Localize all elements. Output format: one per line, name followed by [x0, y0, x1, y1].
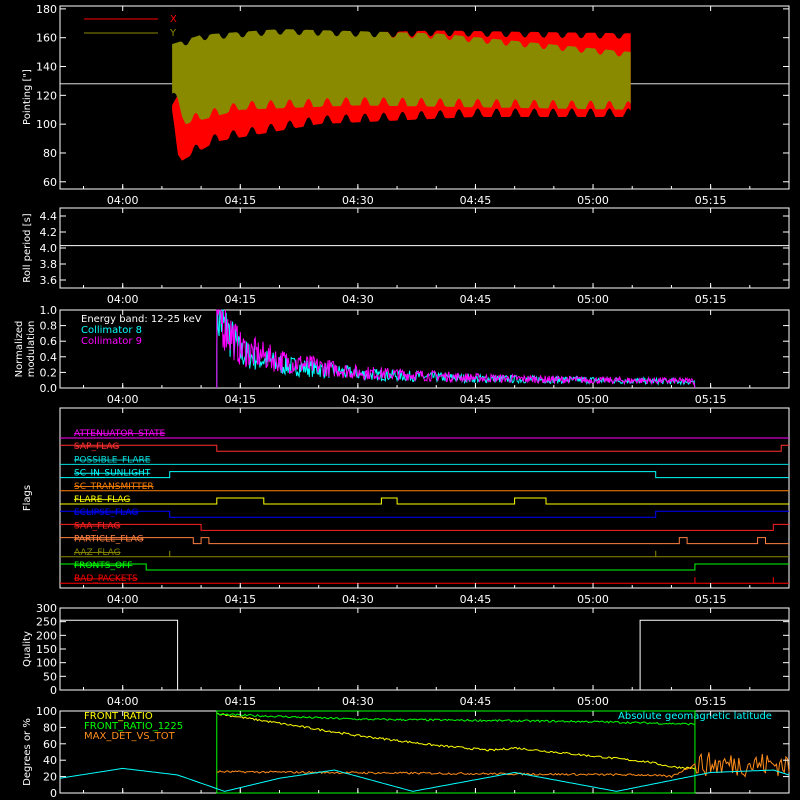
quality-ytick-label: 250: [36, 616, 57, 629]
quality-xtick-label: 05:00: [577, 695, 609, 708]
pointing-ytick-label: 80: [43, 147, 57, 160]
pointing-xtick-label: 05:00: [577, 194, 609, 207]
front-ratio-ylabel: Degrees or %: [22, 718, 33, 786]
flag-line: [60, 523, 789, 531]
roll-ytick-label: 3.8: [40, 258, 58, 271]
front-ytick-label: 20: [43, 771, 57, 784]
front-ratio-legend: FRONT_RATIO FRONT_RATIO_1225 MAX_DET_VS_…: [84, 711, 772, 742]
modulation-ytick-label: 0.8: [40, 320, 58, 333]
flags-ylabel: Flags: [22, 485, 33, 511]
flags-xtick-label: 05:15: [695, 593, 727, 606]
quality-ytick-label: 100: [36, 657, 57, 670]
modulation-xtick-label: 04:15: [224, 393, 256, 406]
roll-xtick-label: 05:15: [695, 293, 727, 306]
flag-label: PARTICLE_FLAG: [74, 535, 144, 545]
roll-xtick-label: 04:45: [460, 293, 492, 306]
quality-ytick-label: 200: [36, 629, 57, 642]
pointing-xtick-label: 05:15: [695, 194, 727, 207]
roll-xtick-label: 04:00: [107, 293, 139, 306]
roll-panel-frame: [59, 207, 790, 289]
flag-label: ECLIPSE_FLAG: [74, 508, 138, 518]
flag-line: [60, 563, 789, 571]
flags-xtick-label: 04:45: [460, 593, 492, 606]
front-ytick-label: 0: [50, 787, 57, 800]
flags-panel-frame: [59, 407, 790, 589]
legend-collimator-9: Collimator 9: [81, 336, 142, 347]
modulation-ytick-label: 0.6: [40, 335, 58, 348]
modulation-ytick-label: 1.0: [40, 304, 58, 317]
quality-ytick-label: 300: [36, 602, 57, 615]
modulation-xtick-label: 04:45: [460, 393, 492, 406]
flag-line: [60, 510, 789, 518]
modulation-xtick-label: 05:00: [577, 393, 609, 406]
quality-ytick-label: 50: [43, 670, 57, 683]
roll-xtick-label: 04:30: [342, 293, 374, 306]
roll-ytick-label: 4.0: [40, 242, 58, 255]
legend-x-label: X: [170, 14, 177, 25]
pointing-xtick-label: 04:15: [224, 194, 256, 207]
modulation-xtick-label: 04:30: [342, 393, 374, 406]
flags-xtick-label: 05:00: [577, 593, 609, 606]
pointing-ytick-label: 140: [36, 61, 57, 74]
front-ytick-label: 80: [43, 721, 57, 734]
flags-xtick-label: 04:30: [342, 593, 374, 606]
quality-xtick-label: 04:45: [460, 695, 492, 708]
flag-line: [60, 537, 789, 545]
modulation-xtick-label: 05:15: [695, 393, 727, 406]
quality-line: [60, 619, 789, 691]
quality-ytick-label: 150: [36, 643, 57, 656]
flags-xtick-label: 04:15: [224, 593, 256, 606]
pointing-ytick-label: 180: [36, 3, 57, 16]
flag-label: SAP_FLAG: [74, 442, 119, 452]
quality-xtick-label: 04:15: [224, 695, 256, 708]
legend-collimator-8: Collimator 8: [81, 325, 142, 336]
pointing-xtick-label: 04:45: [460, 194, 492, 207]
pointing-ylabel: Pointing ["]: [22, 69, 33, 125]
front-ytick-label: 60: [43, 738, 57, 751]
flag-line: [60, 444, 789, 452]
modulation-ylabel-2: modulation: [26, 321, 37, 378]
flag-label: SAA_FLAG: [74, 521, 120, 531]
roll-ylabel: Roll period [s]: [22, 213, 33, 282]
roll-ytick-label: 4.4: [40, 210, 58, 223]
flags-xtick-label: 04:00: [107, 593, 139, 606]
quality-ytick-label: 0: [50, 684, 57, 697]
pointing-ytick-label: 120: [36, 89, 57, 102]
quality-ylabel: Quality: [22, 631, 33, 667]
quality-xtick-label: 04:00: [107, 695, 139, 708]
rhessi-quicklook-figure: Pointing ["] Roll period [s] Normalized …: [14, 3, 790, 800]
roll-ytick-label: 4.2: [40, 226, 58, 239]
legend-energy-band: Energy band: 12-25 keV: [81, 314, 202, 325]
modulation-ylabel-1: Normalized: [14, 321, 25, 378]
flag-line: [60, 497, 789, 505]
flag-line: [60, 471, 789, 479]
modulation-ytick-label: 0.2: [40, 366, 58, 379]
modulation-legend: Energy band: 12-25 keV Collimator 8 Coll…: [81, 314, 202, 347]
pointing-xtick-label: 04:30: [342, 194, 374, 207]
legend-max-det-vs-tot: MAX_DET_VS_TOT: [84, 731, 176, 742]
front-ytick-label: 40: [43, 754, 57, 767]
front-ytick-label: 100: [36, 705, 57, 718]
modulation-series-collimator-9: [216, 309, 696, 389]
roll-xtick-label: 05:00: [577, 293, 609, 306]
roll-ytick-label: 3.6: [40, 274, 58, 287]
modulation-ytick-label: 0.0: [40, 382, 58, 395]
flag-label: FRONTS_OFF: [74, 561, 132, 571]
pointing-ytick-label: 160: [36, 32, 57, 45]
front-ratio-data-frame: [216, 710, 696, 794]
pointing-legend: X Y: [84, 14, 177, 39]
quality-xtick-label: 05:15: [695, 695, 727, 708]
pointing-xtick-label: 04:00: [107, 194, 139, 207]
modulation-xtick-label: 04:00: [107, 393, 139, 406]
pointing-ytick-label: 100: [36, 118, 57, 131]
modulation-ytick-label: 0.4: [40, 351, 58, 364]
quality-xtick-label: 04:30: [342, 695, 374, 708]
roll-xtick-label: 04:15: [224, 293, 256, 306]
legend-y-label: Y: [169, 28, 177, 39]
pointing-ytick-label: 60: [43, 176, 57, 189]
